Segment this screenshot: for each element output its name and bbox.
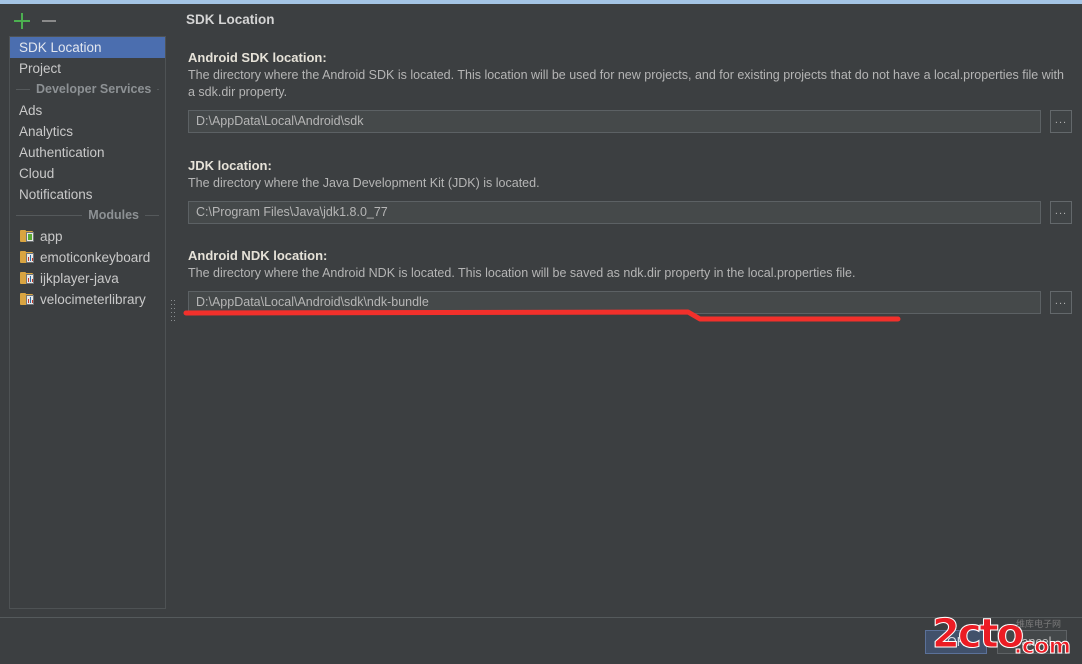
android-ndk-location-input[interactable]: D:\AppData\Local\Android\sdk\ndk-bundle xyxy=(188,291,1041,314)
jdk-location-field-row: C:\Program Files\Java\jdk1.8.0_77 ... xyxy=(188,201,1072,224)
android-library-module-icon xyxy=(20,293,34,306)
separator-line-right xyxy=(157,89,159,90)
sidebar-panel: SDK Location Project Developer Services … xyxy=(0,4,170,617)
sidebar-item-label: velocimeterlibrary xyxy=(40,292,146,307)
section-android-sdk-location: Android SDK location: The directory wher… xyxy=(188,50,1072,133)
separator-label: Modules xyxy=(88,208,139,222)
section-android-ndk-location: Android NDK location: The directory wher… xyxy=(188,248,1072,314)
jdk-location-input[interactable]: C:\Program Files\Java\jdk1.8.0_77 xyxy=(188,201,1041,224)
sidebar-item-label: Ads xyxy=(19,103,43,118)
sidebar-item-analytics[interactable]: Analytics xyxy=(10,121,165,142)
jdk-location-label: JDK location: xyxy=(188,158,272,173)
splitter-grip-icon xyxy=(171,300,175,326)
android-ndk-location-label: Android NDK location: xyxy=(188,248,328,263)
android-ndk-location-field-row: D:\AppData\Local\Android\sdk\ndk-bundle … xyxy=(188,291,1072,314)
sidebar-item-module-ijkplayer-java[interactable]: ijkplayer-java xyxy=(10,268,165,289)
sidebar-separator-developer-services: Developer Services xyxy=(10,79,165,100)
sidebar-item-ads[interactable]: Ads xyxy=(10,100,165,121)
android-library-module-icon xyxy=(20,251,34,264)
android-ndk-location-description: The directory where the Android NDK is l… xyxy=(188,266,856,280)
jdk-location-browse-button[interactable]: ... xyxy=(1050,201,1072,224)
watermark-subtitle: 维库电子网 xyxy=(1016,620,1062,630)
sidebar-separator-modules: Modules xyxy=(10,205,165,226)
watermark-text: 2cto xyxy=(931,611,1024,657)
watermark-suffix: .com xyxy=(1014,634,1072,659)
sidebar-item-label: Notifications xyxy=(19,187,93,202)
sidebar-item-label: SDK Location xyxy=(19,40,102,55)
section-jdk-location: JDK location: The directory where the Ja… xyxy=(188,158,1072,224)
sidebar-item-label: ijkplayer-java xyxy=(40,271,119,286)
android-sdk-location-description: The directory where the Android SDK is l… xyxy=(188,68,1064,99)
sidebar-item-label: app xyxy=(40,229,63,244)
separator-label: Developer Services xyxy=(36,82,152,96)
remove-module-button[interactable] xyxy=(40,12,58,30)
android-sdk-location-input[interactable]: D:\AppData\Local\Android\sdk xyxy=(188,110,1041,133)
sidebar-item-module-app[interactable]: app xyxy=(10,226,165,247)
sidebar-item-label: Authentication xyxy=(19,145,105,160)
android-ndk-location-browse-button[interactable]: ... xyxy=(1050,291,1072,314)
android-sdk-location-label: Android SDK location: xyxy=(188,50,327,65)
sidebar-item-label: Cloud xyxy=(19,166,55,181)
sidebar-item-project[interactable]: Project xyxy=(10,58,165,79)
android-library-module-icon xyxy=(20,272,34,285)
sidebar-item-module-emoticonkeyboard[interactable]: emoticonkeyboard xyxy=(10,247,165,268)
sidebar-list[interactable]: SDK Location Project Developer Services … xyxy=(9,36,166,609)
page-title: SDK Location xyxy=(186,12,275,27)
sidebar-item-label: Analytics xyxy=(19,124,74,139)
add-module-button[interactable] xyxy=(13,12,31,30)
sidebar-item-authentication[interactable]: Authentication xyxy=(10,142,165,163)
sidebar-item-cloud[interactable]: Cloud xyxy=(10,163,165,184)
separator-line-left xyxy=(16,215,83,216)
footer-bar: OK Cancel xyxy=(0,618,1082,664)
sidebar-item-notifications[interactable]: Notifications xyxy=(10,184,165,205)
sidebar-item-sdk-location[interactable]: SDK Location xyxy=(10,37,165,58)
sidebar-item-label: emoticonkeyboard xyxy=(40,250,151,265)
separator-line-left xyxy=(16,89,30,90)
sidebar-item-label: Project xyxy=(19,61,62,76)
main-panel: SDK Location Android SDK location: The d… xyxy=(176,4,1082,617)
sidebar-item-module-velocimeterlibrary[interactable]: velocimeterlibrary xyxy=(10,289,165,310)
separator-line-right xyxy=(145,215,159,216)
android-sdk-location-browse-button[interactable]: ... xyxy=(1050,110,1072,133)
sidebar-toolbar xyxy=(0,4,170,36)
android-app-module-icon xyxy=(20,230,34,243)
watermark: 2cto .com 维库电子网 xyxy=(931,611,1078,660)
jdk-location-description: The directory where the Java Development… xyxy=(188,176,540,190)
android-sdk-location-field-row: D:\AppData\Local\Android\sdk ... xyxy=(188,110,1072,133)
